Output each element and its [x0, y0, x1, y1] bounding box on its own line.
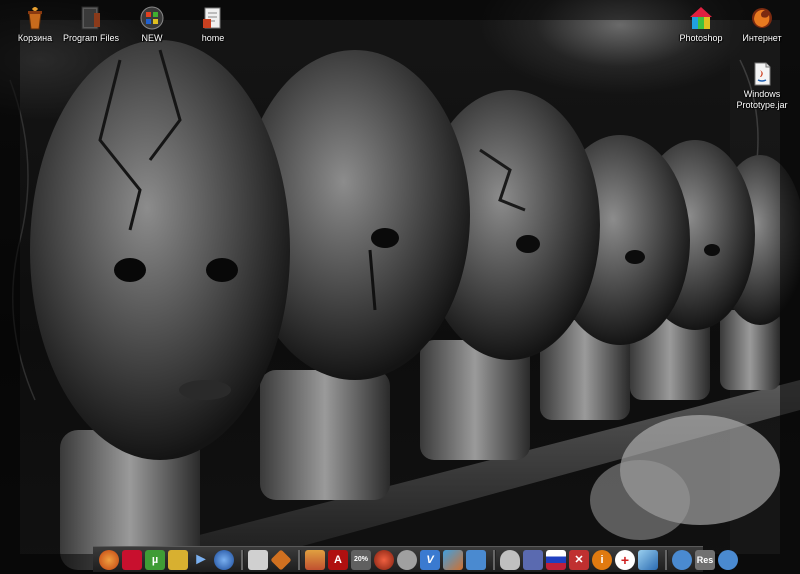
desktop-icon-label: home: [201, 33, 225, 43]
close-app-icon[interactable]: ✕: [569, 549, 589, 570]
flag-icon[interactable]: [546, 549, 566, 570]
users-icon[interactable]: [672, 549, 692, 570]
media-player-icon[interactable]: [374, 549, 394, 570]
folder-icon: [78, 5, 104, 31]
desktop-icon-internet[interactable]: Интернет: [727, 2, 797, 44]
desktop-icon-label: Интернет: [742, 33, 782, 43]
plus-app-icon[interactable]: +: [615, 549, 635, 570]
taskbar-separator: [241, 549, 244, 570]
cube-icon[interactable]: [638, 549, 658, 570]
desktop-icon-label: Program Files: [62, 33, 119, 43]
desktop-icon-label: Windows Prototype.jar: [736, 89, 788, 110]
taskbar-separator: [493, 549, 496, 570]
network-icon[interactable]: [718, 549, 738, 570]
info-icon[interactable]: i: [592, 549, 612, 570]
notepad-icon[interactable]: [248, 549, 268, 570]
desktop-icon-program-files[interactable]: Program Files: [56, 2, 126, 44]
arrow-app-icon[interactable]: ►: [191, 550, 211, 570]
taskbar-separator: [665, 549, 668, 570]
doll-heads-image: [0, 0, 800, 574]
desktop-icon-label: NEW: [141, 33, 163, 43]
java-file-icon: [749, 61, 775, 87]
diamond-app-icon[interactable]: [270, 548, 292, 571]
paint-icon[interactable]: [443, 549, 463, 570]
desktop-wallpaper: [0, 0, 800, 574]
lightbulb-icon[interactable]: [500, 549, 520, 570]
desktop-icon-label: Photoshop: [679, 33, 723, 43]
firefox-icon[interactable]: [99, 549, 119, 570]
taskbar-quick-launch: µ ► A 20% V ✕ i + Res: [93, 546, 738, 572]
monitor-icon[interactable]: [466, 549, 486, 570]
nero-icon[interactable]: 20%: [351, 549, 371, 570]
document-icon: [200, 5, 226, 31]
firefox-icon: [749, 5, 775, 31]
image-viewer-icon[interactable]: [305, 549, 325, 570]
res-icon[interactable]: Res: [695, 549, 715, 570]
windows-logo-icon: [139, 5, 165, 31]
v-app-icon[interactable]: V: [420, 549, 440, 570]
skype-icon[interactable]: [397, 549, 417, 570]
recycle-bin-icon: [22, 5, 48, 31]
utorrent-icon[interactable]: µ: [145, 549, 165, 570]
desktop-icon-windows-prototype-jar[interactable]: Windows Prototype.jar: [727, 58, 797, 111]
tools-icon[interactable]: [168, 549, 188, 570]
acrobat-icon[interactable]: A: [328, 549, 348, 570]
desktop-icon-photoshop[interactable]: Photoshop: [666, 2, 736, 44]
desktop-icon-home[interactable]: home: [178, 2, 248, 44]
desktop-icon-new[interactable]: NEW: [117, 2, 187, 44]
floppy-icon[interactable]: [523, 549, 543, 570]
globe-icon[interactable]: [214, 549, 234, 570]
photoshop-icon: [688, 5, 714, 31]
taskbar-separator: [298, 549, 301, 570]
red-app-icon[interactable]: [122, 549, 142, 570]
